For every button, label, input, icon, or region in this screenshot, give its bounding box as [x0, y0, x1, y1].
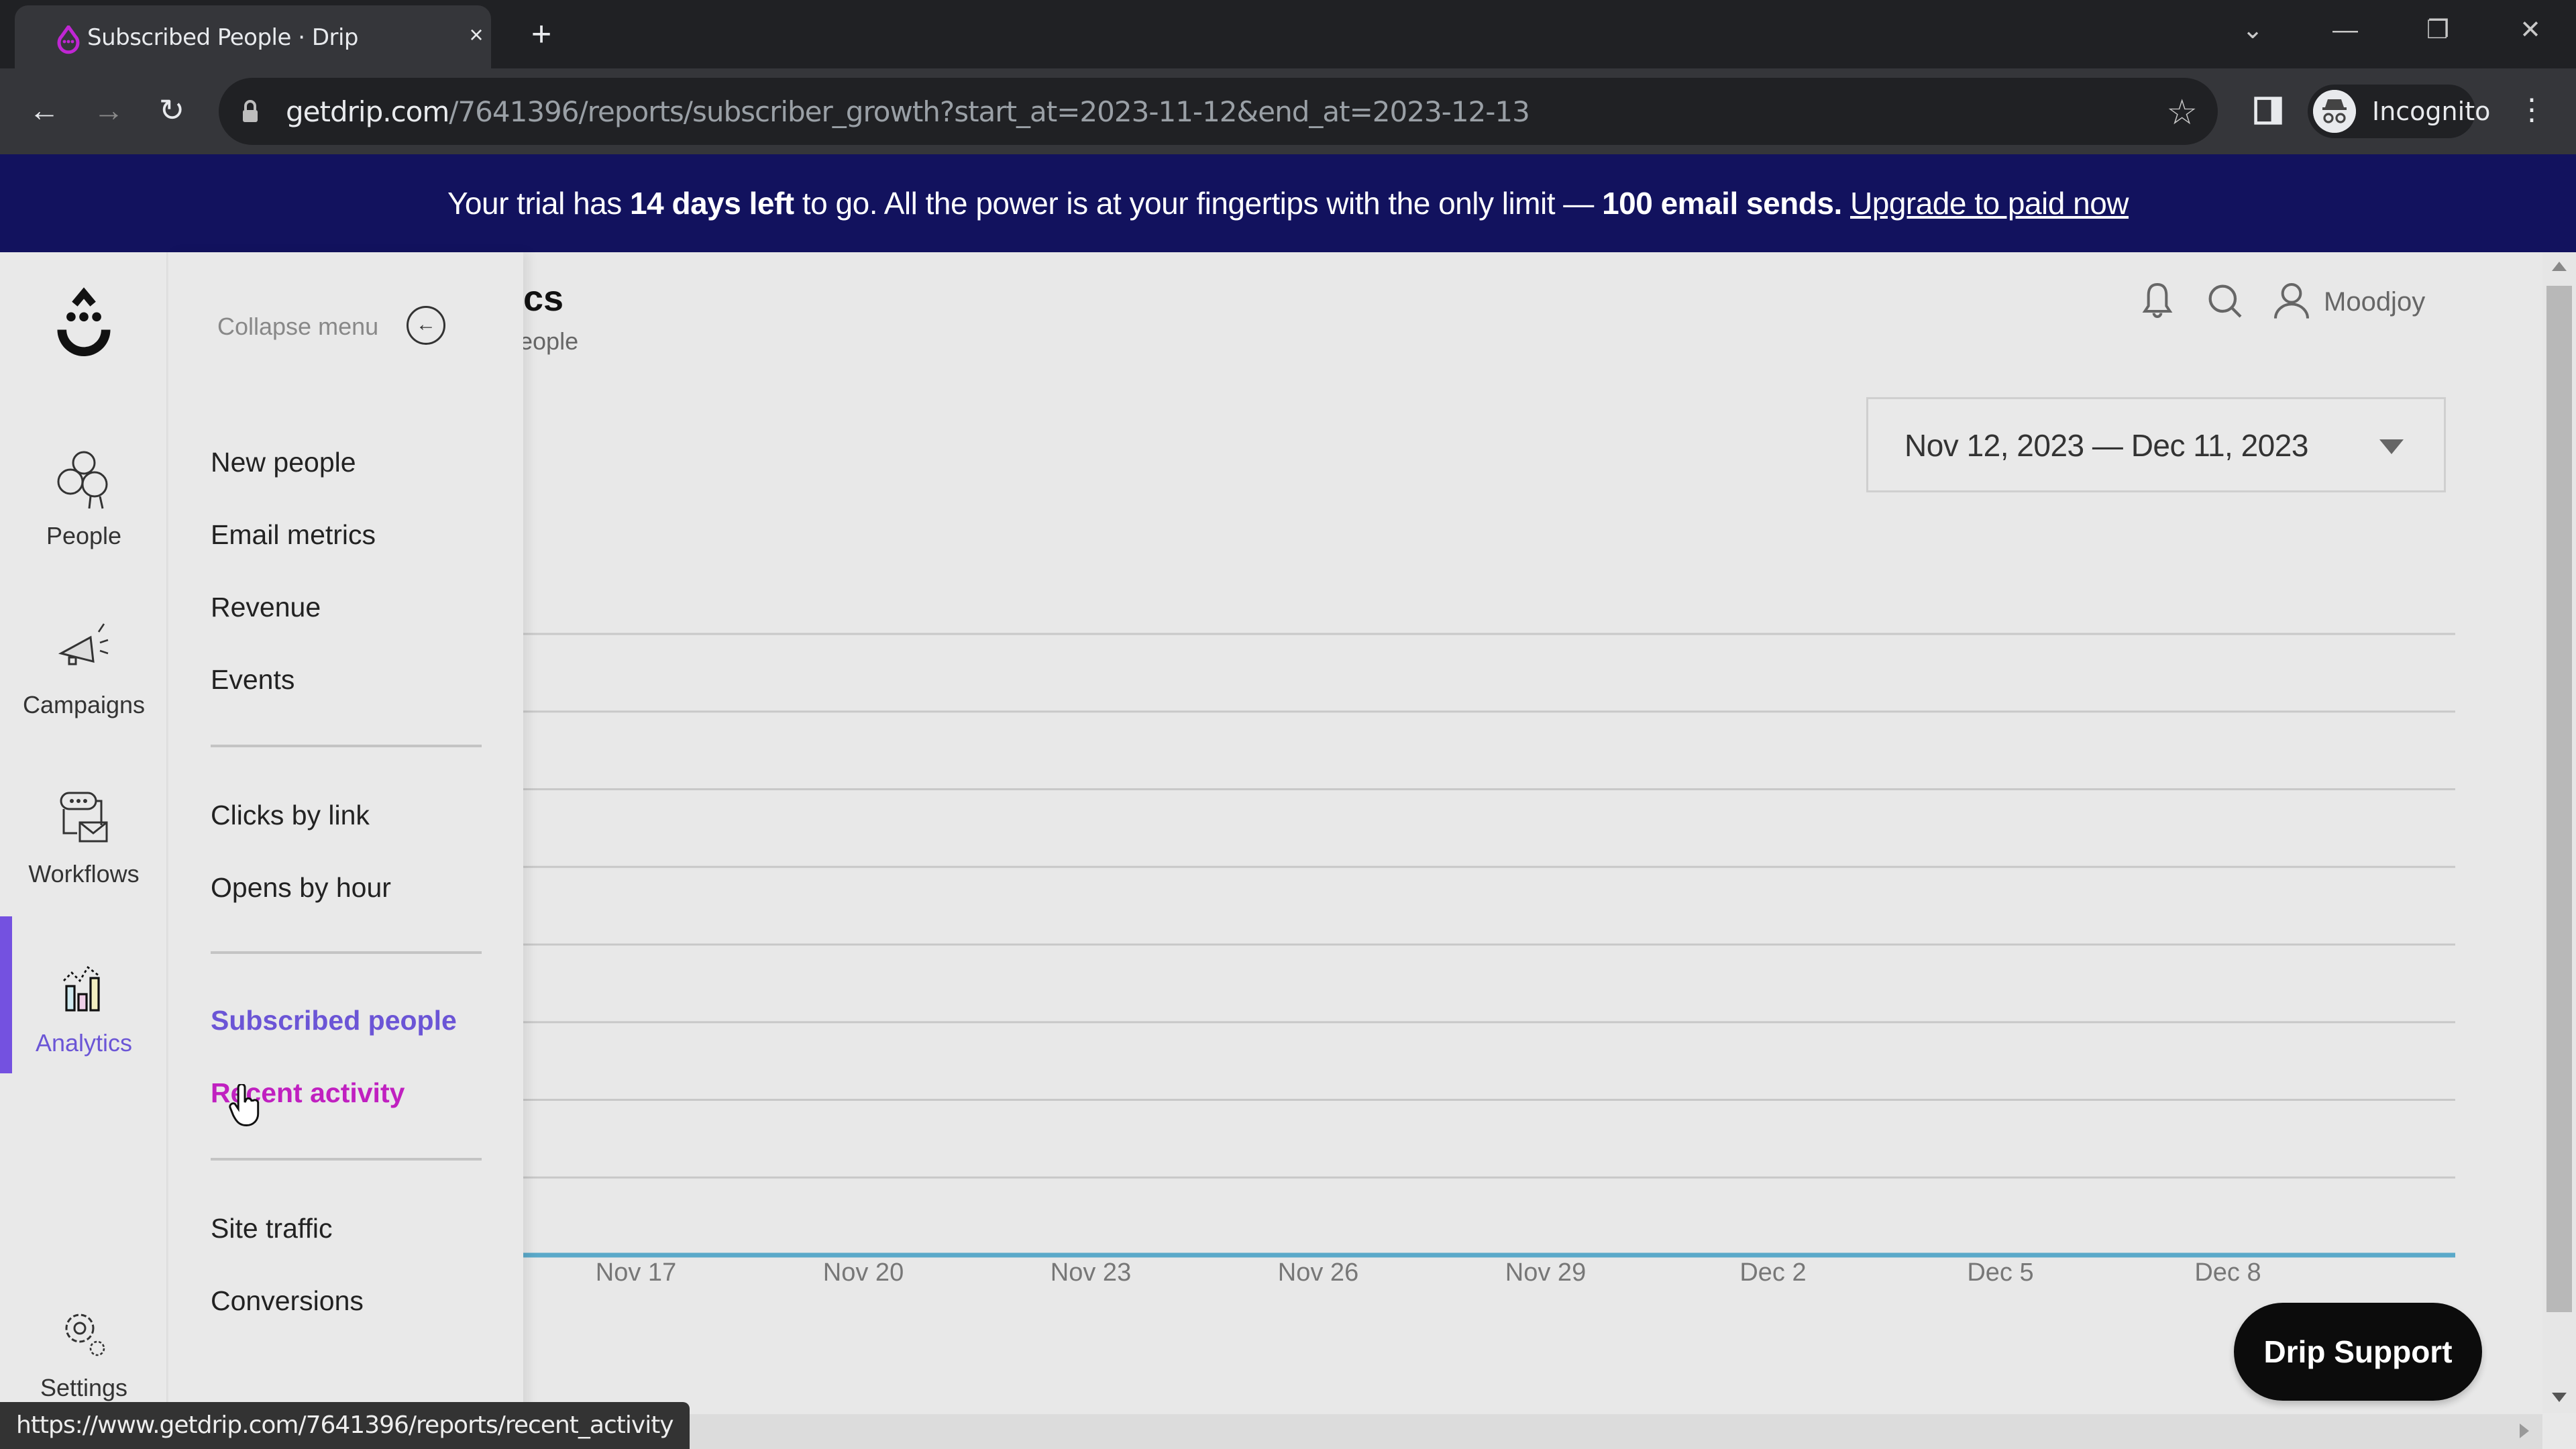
rail-item-people[interactable]: People: [0, 427, 168, 581]
restore-button[interactable]: ❐: [2418, 13, 2458, 47]
submenu-item-new-people[interactable]: New people: [211, 447, 356, 478]
subscriber-chart: [523, 633, 2455, 1258]
date-range-value: Nov 12, 2023 — Dec 11, 2023: [1904, 428, 2308, 463]
rail-label: People: [46, 522, 122, 549]
x-tick-label: Nov 17: [595, 1258, 677, 1287]
drip-favicon-icon: [57, 25, 80, 54]
browser-tab-strip: Subscribed People · Drip × + ⌄ — ❐ ✕: [0, 0, 2576, 68]
address-bar[interactable]: getdrip.com/7641396/reports/subscriber_g…: [219, 78, 2218, 145]
submenu-divider: [211, 745, 482, 747]
app: People Campaigns Workflows Analytics Set…: [0, 252, 2576, 1449]
submenu-item-revenue[interactable]: Revenue: [211, 592, 321, 623]
scroll-up-arrow-icon[interactable]: [2552, 262, 2567, 271]
days-left: 14 days left: [630, 186, 794, 221]
x-tick-label: Dec 8: [2194, 1258, 2261, 1287]
incognito-label: Incognito: [2372, 97, 2491, 126]
minimize-button[interactable]: —: [2325, 13, 2365, 47]
side-panel-icon[interactable]: [2253, 95, 2284, 126]
submenu-item-opens-by-hour[interactable]: Opens by hour: [211, 872, 391, 904]
lock-icon: [243, 100, 258, 122]
workflow-icon: [60, 792, 108, 843]
submenu-item-events[interactable]: Events: [211, 664, 294, 696]
new-tab-button[interactable]: +: [525, 17, 558, 52]
megaphone-icon: [58, 623, 109, 665]
user-name[interactable]: Moodjoy: [2324, 287, 2425, 317]
search-icon[interactable]: [2203, 279, 2246, 322]
browser-menu-icon[interactable]: ⋮: [2512, 90, 2552, 130]
reload-button[interactable]: ↻: [152, 90, 192, 130]
analytics-icon: [63, 965, 100, 1012]
submenu-item-clicks-by-link[interactable]: Clicks by link: [211, 800, 370, 831]
drip-support-button[interactable]: Drip Support: [2234, 1303, 2482, 1401]
collapse-menu-label[interactable]: Collapse menu: [217, 313, 378, 341]
forward-button[interactable]: →: [89, 90, 129, 130]
date-range-picker[interactable]: Nov 12, 2023 — Dec 11, 2023: [1866, 397, 2446, 492]
trial-banner: Your trial has 14 days left to go. All t…: [0, 154, 2576, 252]
page-title: cs: [523, 278, 564, 319]
tab-title: Subscribed People · Drip: [87, 24, 359, 51]
page-subtitle: eople: [519, 327, 579, 355]
incognito-profile-button[interactable]: Incognito: [2308, 85, 2490, 138]
x-tick-label: Dec 5: [1967, 1258, 2034, 1287]
rail-label: Settings: [40, 1374, 128, 1401]
submenu-divider: [211, 1158, 482, 1161]
rail-item-analytics[interactable]: Analytics: [0, 934, 168, 1088]
rail-item-workflows[interactable]: Workflows: [0, 765, 168, 919]
back-button[interactable]: ←: [24, 90, 64, 130]
x-tick-label: Nov 29: [1505, 1258, 1587, 1287]
status-bar-url: https://www.getdrip.com/7641396/reports/…: [0, 1402, 690, 1449]
browser-tab[interactable]: Subscribed People · Drip ×: [15, 5, 491, 68]
vertical-scrollbar[interactable]: [2542, 252, 2576, 1413]
x-tick-label: Nov 23: [1050, 1258, 1132, 1287]
hand-cursor-icon: [229, 1084, 260, 1127]
rail-label: Campaigns: [22, 691, 146, 718]
drip-logo-icon[interactable]: [47, 286, 121, 366]
icon-rail: People Campaigns Workflows Analytics Set…: [0, 252, 168, 1449]
people-icon: [57, 451, 108, 509]
close-window-button[interactable]: ✕: [2510, 13, 2551, 47]
bell-icon[interactable]: [2136, 279, 2179, 322]
x-tick-label: Dec 2: [1739, 1258, 1807, 1287]
dropdown-caret-icon: [2379, 439, 2404, 454]
submenu-item-subscribed-people[interactable]: Subscribed people: [211, 1005, 457, 1036]
submenu-divider: [211, 951, 482, 954]
analytics-submenu: Collapse menu ← New people Email metrics…: [169, 252, 523, 1449]
x-tick-label: Nov 20: [822, 1258, 904, 1287]
rail-item-campaigns[interactable]: Campaigns: [0, 596, 168, 750]
gear-icon: [65, 1313, 105, 1356]
main-content: cs eople Moodjoy Nov 12, 2023 — Dec 11, …: [519, 252, 2549, 1449]
browser-toolbar: ← → ↻ getdrip.com/7641396/reports/subscr…: [0, 68, 2576, 154]
submenu-item-site-traffic[interactable]: Site traffic: [211, 1213, 333, 1244]
submenu-item-conversions[interactable]: Conversions: [211, 1285, 364, 1317]
tab-close-icon[interactable]: ×: [462, 20, 491, 50]
bookmark-star-icon[interactable]: ☆: [2166, 93, 2198, 133]
scroll-right-arrow-icon[interactable]: [2520, 1424, 2529, 1438]
upgrade-link[interactable]: Upgrade to paid now: [1850, 186, 2129, 221]
collapse-arrow-icon[interactable]: ←: [407, 306, 445, 345]
scrollbar-thumb[interactable]: [2546, 286, 2572, 1312]
url-text[interactable]: getdrip.com/7641396/reports/subscriber_g…: [286, 95, 1530, 128]
rail-label: Workflows: [28, 860, 140, 888]
user-icon[interactable]: [2270, 279, 2313, 322]
scroll-down-arrow-icon[interactable]: [2552, 1393, 2567, 1402]
incognito-icon: [2313, 90, 2356, 133]
submenu-item-email-metrics[interactable]: Email metrics: [211, 519, 376, 551]
tab-search-icon[interactable]: ⌄: [2233, 13, 2273, 47]
rail-label: Analytics: [35, 1029, 133, 1057]
x-tick-label: Nov 26: [1277, 1258, 1359, 1287]
send-limit: 100 email sends.: [1602, 186, 1842, 221]
